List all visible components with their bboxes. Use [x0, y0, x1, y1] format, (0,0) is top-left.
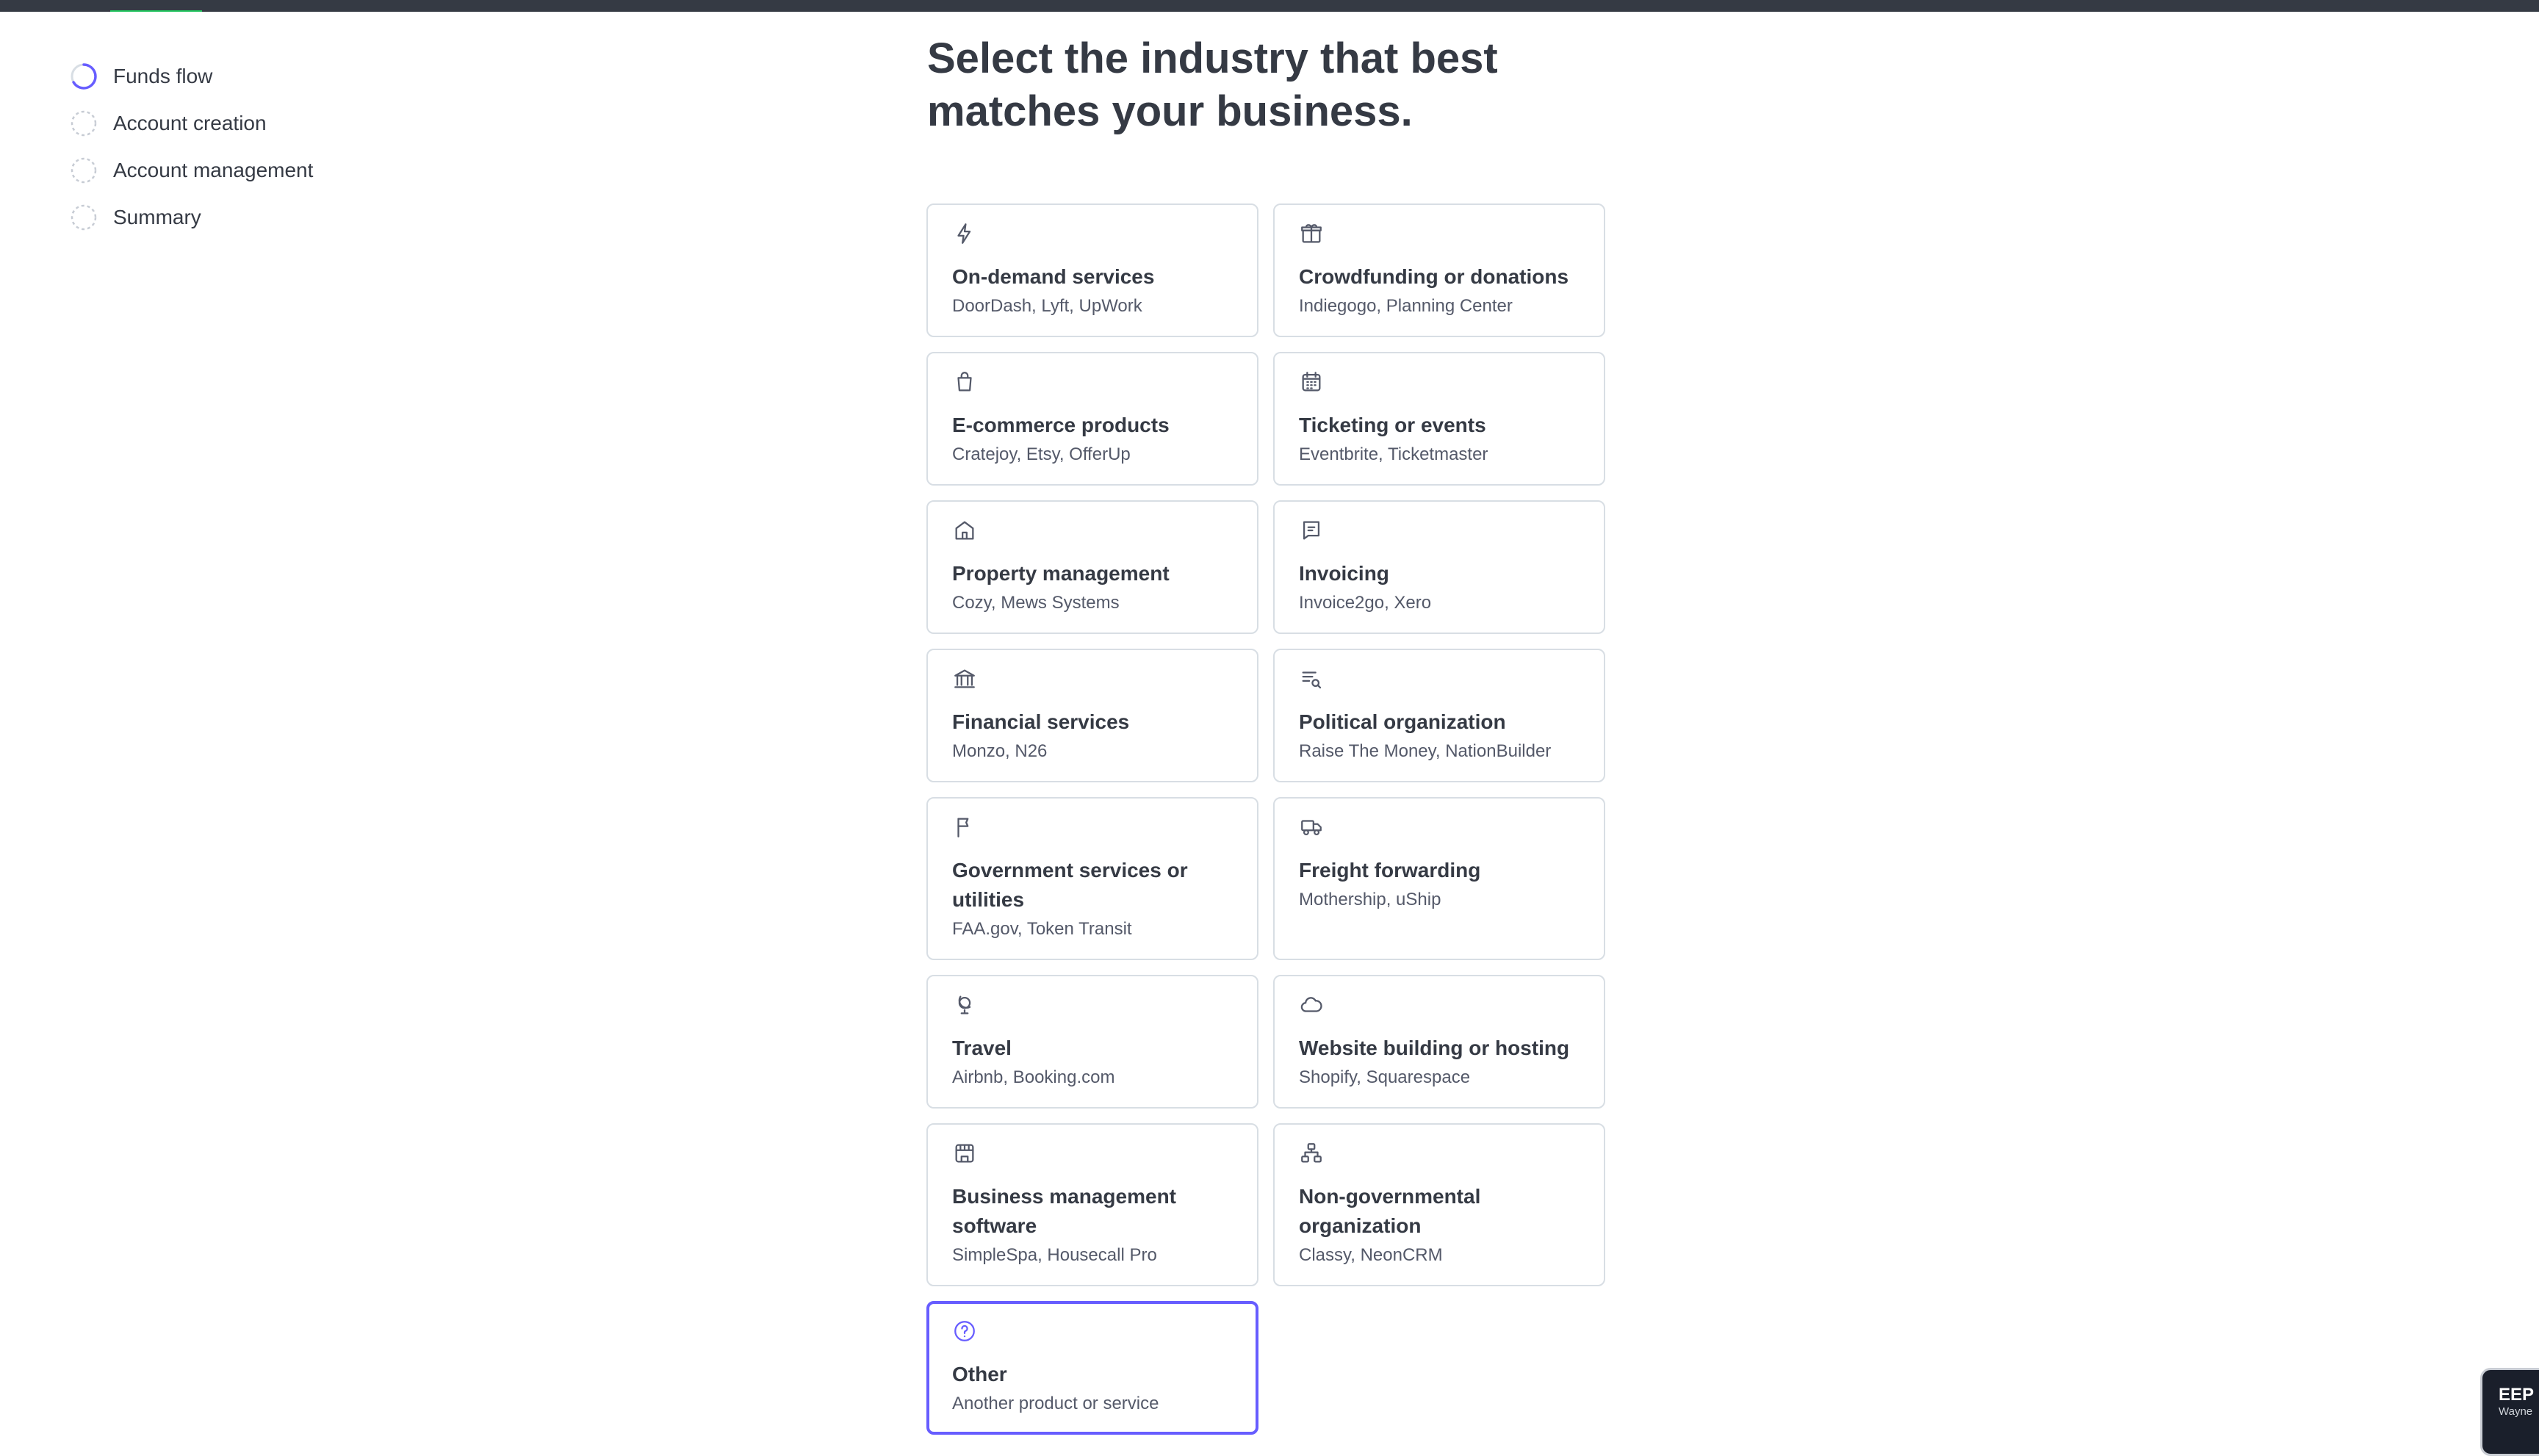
calendar-icon: [1299, 370, 1324, 394]
industry-card-on-demand-services[interactable]: On-demand services DoorDash, Lyft, UpWork: [926, 203, 1258, 337]
industry-examples: Airbnb, Booking.com: [952, 1067, 1115, 1087]
question-icon: [952, 1319, 977, 1344]
industry-card-government-services-or-utilities[interactable]: Government services or utilities FAA.gov,…: [926, 797, 1258, 960]
step-label: Account creation: [113, 112, 267, 134]
industry-name: Ticketing or events: [1299, 414, 1486, 436]
industry-examples: Raise The Money, NationBuilder: [1299, 741, 1552, 761]
truck-icon: [1299, 815, 1324, 840]
industry-examples: Eventbrite, Ticketmaster: [1299, 444, 1488, 464]
home-icon: [952, 518, 977, 543]
progress-ring-icon: [69, 62, 98, 91]
industry-name: Government services or utilities: [952, 859, 1188, 911]
industry-examples: Mothership, uShip: [1299, 890, 1441, 909]
org-chart-icon: [1299, 1141, 1324, 1166]
step-label: Account management: [113, 159, 314, 181]
industry-examples: SimpleSpa, Housecall Pro: [952, 1245, 1157, 1265]
progress-steps: Funds flow Account creation Account manage…: [69, 53, 313, 241]
industry-name: Travel: [952, 1037, 1012, 1059]
industry-examples: DoorDash, Lyft, UpWork: [952, 296, 1142, 316]
globe-icon: [952, 992, 977, 1017]
invoice-icon: [1299, 518, 1324, 543]
industry-name: E-commerce products: [952, 414, 1170, 436]
industry-examples: Classy, NeonCRM: [1299, 1245, 1443, 1265]
industry-examples: Invoice2go, Xero: [1299, 593, 1432, 613]
corner-badge-title: EEP C: [2499, 1385, 2539, 1405]
industry-card-political-organization[interactable]: Political organization Raise The Money, N…: [1273, 649, 1605, 782]
corner-badge[interactable]: EEP C Wayne: [2480, 1368, 2539, 1456]
industry-examples: Cozy, Mews Systems: [952, 593, 1120, 613]
industry-card-website-building-or-hosting[interactable]: Website building or hosting Shopify, Squa…: [1273, 975, 1605, 1109]
industry-card-invoicing[interactable]: Invoicing Invoice2go, Xero: [1273, 500, 1605, 634]
bank-icon: [952, 666, 977, 691]
pending-ring-icon: [69, 203, 98, 232]
industry-examples: Monzo, N26: [952, 741, 1048, 761]
industry-card-freight-forwarding[interactable]: Freight forwarding Mothership, uShip: [1273, 797, 1605, 960]
corner-badge-subtitle: Wayne: [2499, 1405, 2533, 1418]
industry-name: Political organization: [1299, 710, 1506, 733]
industry-card-e-commerce-products[interactable]: E-commerce products Cratejoy, Etsy, Offer…: [926, 352, 1258, 486]
storefront-icon: [952, 1141, 977, 1166]
industry-card-business-management-software[interactable]: Business management software SimpleSpa, H…: [926, 1123, 1258, 1286]
industry-name: Website building or hosting: [1299, 1037, 1570, 1059]
industry-name: Invoicing: [1299, 562, 1389, 585]
cloud-icon: [1299, 992, 1324, 1017]
industry-examples: Another product or service: [952, 1394, 1159, 1413]
industry-name: On-demand services: [952, 265, 1155, 288]
pending-ring-icon: [69, 156, 98, 185]
industry-grid: On-demand services DoorDash, Lyft, UpWork…: [926, 203, 1605, 1435]
industry-card-crowdfunding-or-donations[interactable]: Crowdfunding or donations Indiegogo, Plan…: [1273, 203, 1605, 337]
industry-card-travel[interactable]: Travel Airbnb, Booking.com: [926, 975, 1258, 1109]
step-account-creation[interactable]: Account creation: [69, 100, 313, 147]
industry-name: Freight forwarding: [1299, 859, 1481, 882]
industry-card-property-management[interactable]: Property management Cozy, Mews Systems: [926, 500, 1258, 634]
industry-card-financial-services[interactable]: Financial services Monzo, N26: [926, 649, 1258, 782]
shopping-bag-icon: [952, 370, 977, 394]
lightning-icon: [952, 221, 977, 246]
industry-name: Non-governmental organization: [1299, 1185, 1481, 1237]
top-bar-accent: [110, 10, 202, 12]
industry-card-ticketing-or-events[interactable]: Ticketing or events Eventbrite, Ticketmas…: [1273, 352, 1605, 486]
industry-examples: Indiegogo, Planning Center: [1299, 296, 1513, 316]
industry-examples: Shopify, Squarespace: [1299, 1067, 1471, 1087]
step-label: Funds flow: [113, 65, 213, 87]
step-label: Summary: [113, 206, 201, 228]
page-title: Select the industry that best matches yo…: [927, 35, 1498, 135]
top-bar: [0, 0, 2539, 12]
industry-card-non-governmental-organization[interactable]: Non-governmental organization Classy, Neo…: [1273, 1123, 1605, 1286]
industry-name: Property management: [952, 562, 1170, 585]
industry-name: Financial services: [952, 710, 1130, 733]
step-account-management[interactable]: Account management: [69, 147, 313, 194]
industry-name: Business management software: [952, 1185, 1176, 1237]
gift-icon: [1299, 221, 1324, 246]
pending-ring-icon: [69, 109, 98, 138]
step-funds-flow[interactable]: Funds flow: [69, 53, 313, 100]
step-summary[interactable]: Summary: [69, 194, 313, 241]
flag-icon: [952, 815, 977, 840]
industry-card-other[interactable]: Other Another product or service: [926, 1301, 1258, 1435]
list-search-icon: [1299, 666, 1324, 691]
industry-examples: FAA.gov, Token Transit: [952, 919, 1132, 939]
industry-name: Crowdfunding or donations: [1299, 265, 1569, 288]
industry-examples: Cratejoy, Etsy, OfferUp: [952, 444, 1131, 464]
industry-name: Other: [952, 1363, 1007, 1385]
